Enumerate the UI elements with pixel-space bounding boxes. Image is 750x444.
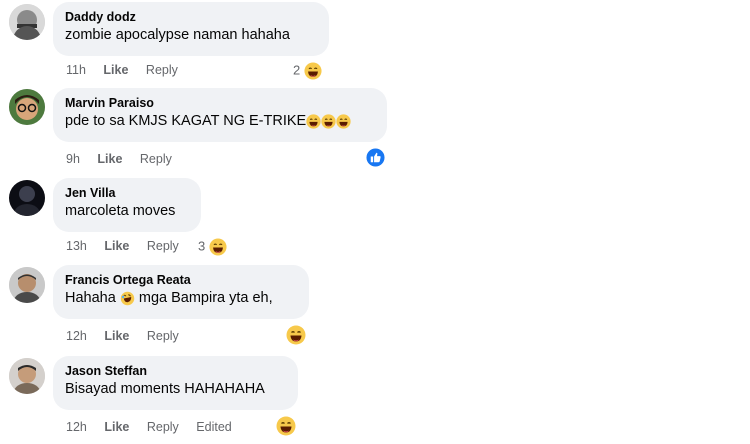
like-button[interactable]: Like bbox=[103, 63, 128, 77]
like-button[interactable]: Like bbox=[97, 152, 122, 166]
comment-text: Bisayad moments HAHAHAHA bbox=[65, 381, 265, 397]
comment-actions: 9h Like Reply bbox=[66, 152, 186, 166]
comment-5: Jason Steffan Bisayad moments HAHAHAHA 1… bbox=[0, 354, 750, 444]
comment-bubble: Jen Villa marcoleta moves bbox=[53, 178, 201, 232]
comment-3: Jen Villa marcoleta moves 13h Like Reply… bbox=[0, 176, 750, 266]
author-name[interactable]: Daddy dodz bbox=[65, 9, 317, 25]
edited-label[interactable]: Edited bbox=[196, 420, 231, 434]
like-button[interactable]: Like bbox=[104, 420, 129, 434]
author-name[interactable]: Marvin Paraiso bbox=[65, 95, 375, 111]
comment-bubble: Jason Steffan Bisayad moments HAHAHAHA bbox=[53, 356, 298, 410]
comment-text: pde to sa KMJS KAGAT NG E-TRIKE bbox=[65, 111, 375, 131]
avatar[interactable] bbox=[9, 180, 45, 216]
reaction-summary[interactable] bbox=[366, 148, 385, 172]
reaction-count[interactable]: 3 bbox=[198, 238, 227, 256]
comment-actions: 12h Like Reply bbox=[66, 329, 193, 343]
reply-button[interactable]: Reply bbox=[147, 420, 179, 434]
comment-text-part: Hahaha bbox=[65, 290, 116, 306]
comment-actions: 12h Like Reply Edited bbox=[66, 420, 246, 434]
haha-emoji-icon bbox=[286, 325, 306, 345]
reply-button[interactable]: Reply bbox=[147, 239, 179, 253]
comment-text: Hahaha mga Bampira yta eh, bbox=[65, 288, 297, 308]
comment-4: Francis Ortega Reata Hahaha mga Bampira … bbox=[0, 263, 750, 353]
comment-text-content: pde to sa KMJS KAGAT NG E-TRIKE bbox=[65, 113, 307, 129]
comment-bubble: Marvin Paraiso pde to sa KMJS KAGAT NG E… bbox=[53, 88, 387, 142]
timestamp[interactable]: 12h bbox=[66, 329, 87, 343]
author-name[interactable]: Jen Villa bbox=[65, 185, 189, 201]
avatar[interactable] bbox=[9, 358, 45, 394]
avatar[interactable] bbox=[9, 267, 45, 303]
reaction-summary[interactable] bbox=[286, 325, 306, 350]
reaction-count-value: 3 bbox=[198, 238, 206, 254]
haha-emoji-icon bbox=[209, 238, 227, 256]
haha-emoji-icon bbox=[321, 114, 336, 129]
like-button[interactable]: Like bbox=[104, 239, 129, 253]
reaction-count[interactable]: 2 bbox=[293, 62, 322, 80]
comment-2: Marvin Paraiso pde to sa KMJS KAGAT NG E… bbox=[0, 86, 750, 176]
author-name[interactable]: Francis Ortega Reata bbox=[65, 272, 297, 288]
timestamp[interactable]: 11h bbox=[66, 63, 86, 77]
timestamp[interactable]: 9h bbox=[66, 152, 80, 166]
reply-button[interactable]: Reply bbox=[140, 152, 172, 166]
timestamp[interactable]: 12h bbox=[66, 420, 87, 434]
like-reaction-icon bbox=[366, 148, 385, 167]
comment-actions: 11h Like Reply bbox=[66, 63, 192, 77]
reaction-count-value: 2 bbox=[293, 62, 301, 78]
haha-emoji-icon bbox=[276, 416, 296, 436]
comment-text-part: mga Bampira yta eh, bbox=[138, 290, 273, 306]
reaction-summary[interactable] bbox=[276, 416, 296, 441]
reply-button[interactable]: Reply bbox=[147, 329, 179, 343]
comment-text: zombie apocalypse naman hahaha bbox=[65, 27, 290, 43]
avatar[interactable] bbox=[9, 89, 45, 125]
reply-button[interactable]: Reply bbox=[146, 63, 178, 77]
comment-text: marcoleta moves bbox=[65, 203, 176, 219]
comment-bubble: Francis Ortega Reata Hahaha mga Bampira … bbox=[53, 265, 309, 319]
author-name[interactable]: Jason Steffan bbox=[65, 363, 286, 379]
avatar[interactable] bbox=[9, 4, 45, 40]
rofl-emoji-icon bbox=[120, 291, 135, 306]
comment-actions: 13h Like Reply bbox=[66, 239, 193, 253]
haha-emoji-icon bbox=[306, 114, 321, 129]
comment-bubble: Daddy dodz zombie apocalypse naman hahah… bbox=[53, 2, 329, 56]
haha-emoji-icon bbox=[336, 114, 351, 129]
comment-1: Daddy dodz zombie apocalypse naman hahah… bbox=[0, 0, 750, 90]
haha-emoji-icon bbox=[304, 62, 322, 80]
timestamp[interactable]: 13h bbox=[66, 239, 87, 253]
like-button[interactable]: Like bbox=[104, 329, 129, 343]
